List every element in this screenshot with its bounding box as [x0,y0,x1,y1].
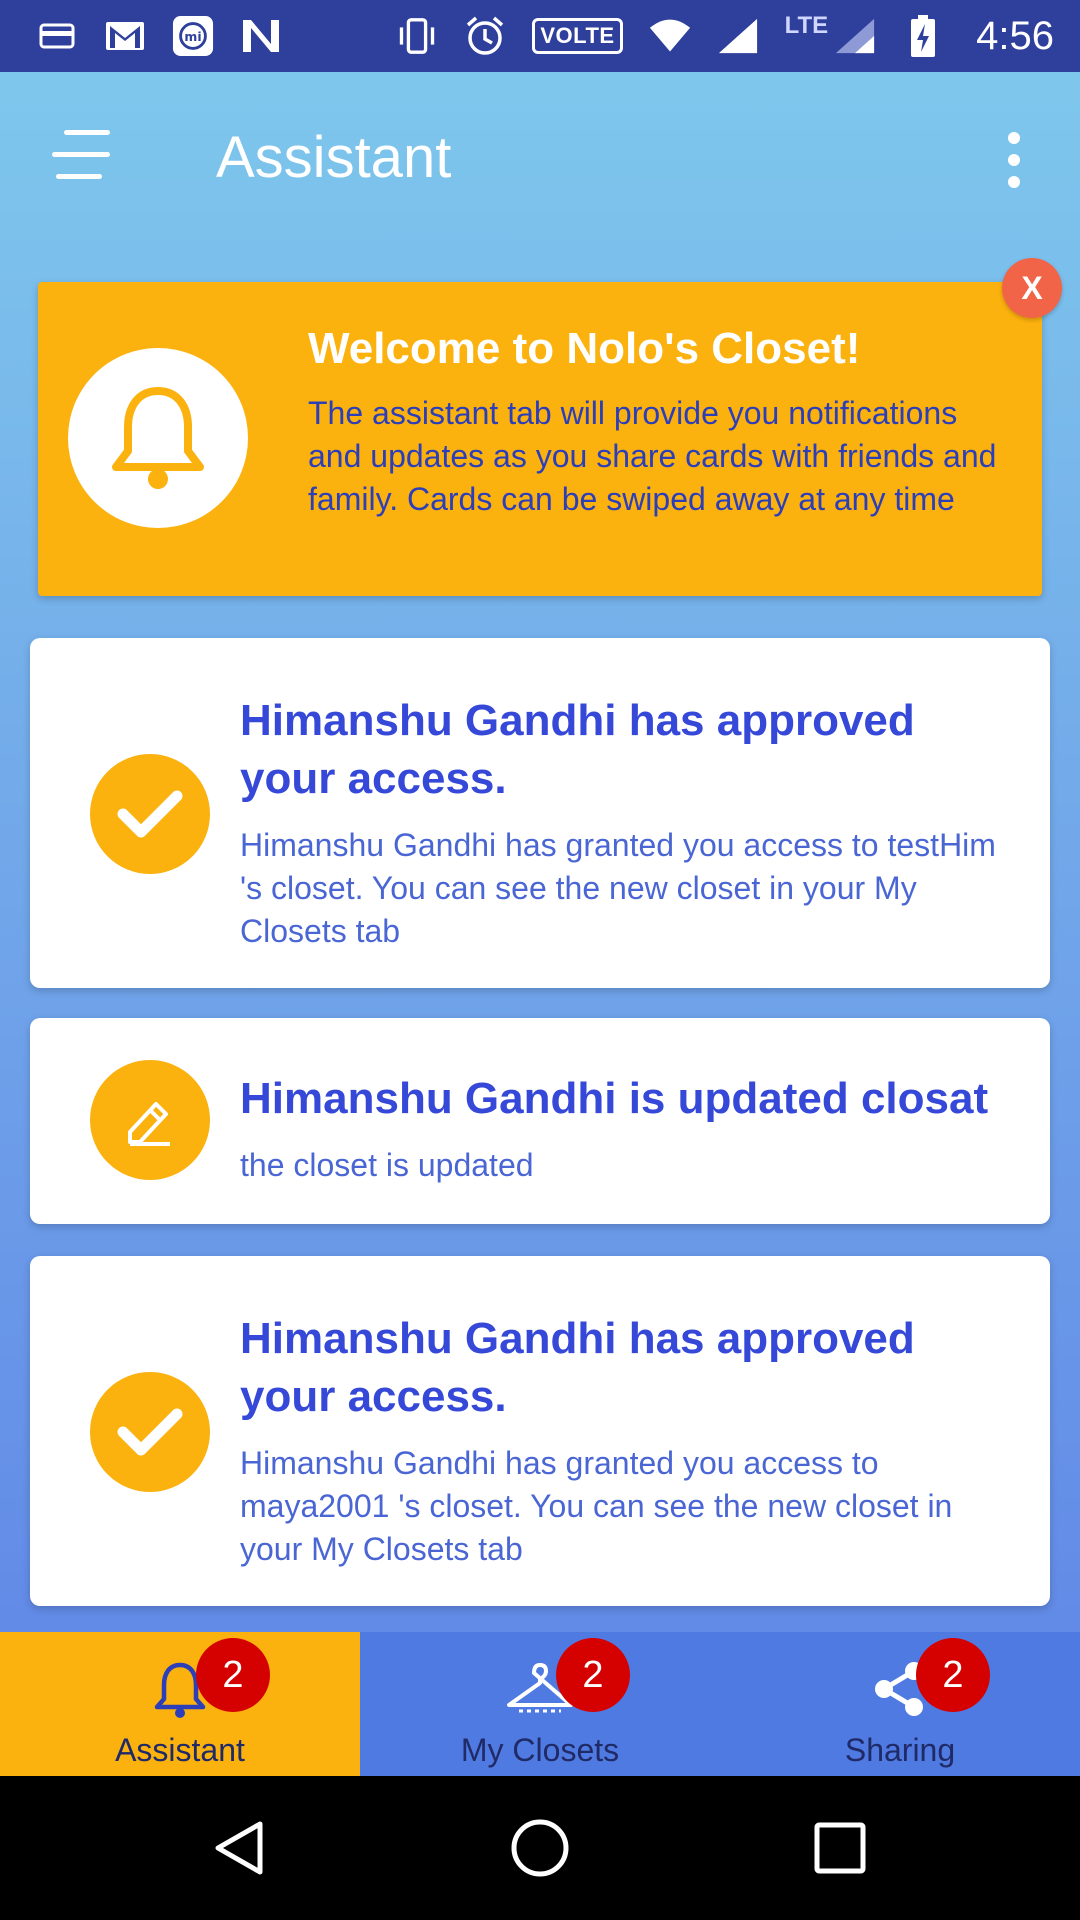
close-welcome-button[interactable]: X [1002,258,1062,318]
edit-icon [90,1060,210,1180]
welcome-title: Welcome to Nolo's Closet! [308,324,861,373]
notification-badge: 2 [916,1638,990,1712]
status-bar: mi VOLTE LTE 4:56 [0,0,1080,72]
tab-label: My Closets [460,1732,620,1768]
more-vert-icon[interactable] [1004,132,1024,188]
signal-2-icon [834,15,876,57]
card-title: Himanshu Gandhi has approved your access… [240,1314,915,1421]
vibrate-icon [396,15,438,57]
mi-icon: mi [172,15,214,57]
volte-indicator: VOLTE [532,18,623,54]
toolbar: Assistant [0,72,1080,242]
n-app-icon [240,15,282,57]
sim-card-icon [36,15,78,57]
alarm-icon [464,15,506,57]
status-left-icons: mi [36,15,282,57]
welcome-card[interactable]: Welcome to Nolo's Closet! The assistant … [38,282,1042,596]
card-title: Himanshu Gandhi is updated closat [240,1074,989,1123]
status-right-icons: VOLTE LTE 4:56 [396,12,1054,59]
bell-icon [68,348,248,528]
bottom-tab-bar: 2 Assistant 2 My Closets 2 Sharing [0,1632,1080,1776]
back-icon[interactable] [204,1812,276,1884]
clock: 4:56 [976,13,1054,58]
tab-sharing[interactable]: 2 Sharing [720,1632,1080,1776]
app-content: Assistant Welcome to Nolo's Closet! The … [0,72,1080,1776]
system-nav-bar [0,1776,1080,1920]
lte-indicator: LTE [784,12,829,39]
tab-assistant[interactable]: 2 Assistant [0,1632,360,1776]
notification-badge: 2 [196,1638,270,1712]
welcome-body: The assistant tab will provide you notif… [308,395,997,517]
notification-card[interactable]: Himanshu Gandhi has approved your access… [30,638,1050,988]
notification-badge: 2 [556,1638,630,1712]
signal-icon [717,15,759,57]
tab-my-closets[interactable]: 2 My Closets [360,1632,720,1776]
card-body: Himanshu Gandhi has granted you access t… [240,1445,953,1567]
home-icon[interactable] [504,1812,576,1884]
card-body: Himanshu Gandhi has granted you access t… [240,827,996,949]
recents-icon[interactable] [804,1812,876,1884]
svg-text:mi: mi [184,29,201,44]
check-icon [90,754,210,874]
card-title: Himanshu Gandhi has approved your access… [240,696,915,803]
notification-card[interactable]: Himanshu Gandhi is updated closat the cl… [30,1018,1050,1224]
notification-card[interactable]: Himanshu Gandhi has approved your access… [30,1256,1050,1606]
check-icon [90,1372,210,1492]
page-title: Assistant [216,125,452,190]
tab-label: Sharing [844,1732,956,1768]
wifi-icon [649,15,691,57]
tab-label: Assistant [115,1732,245,1768]
hamburger-menu-icon[interactable] [52,130,114,182]
battery-charging-icon [902,15,944,57]
card-body: the closet is updated [240,1147,534,1183]
gmail-icon [104,15,146,57]
